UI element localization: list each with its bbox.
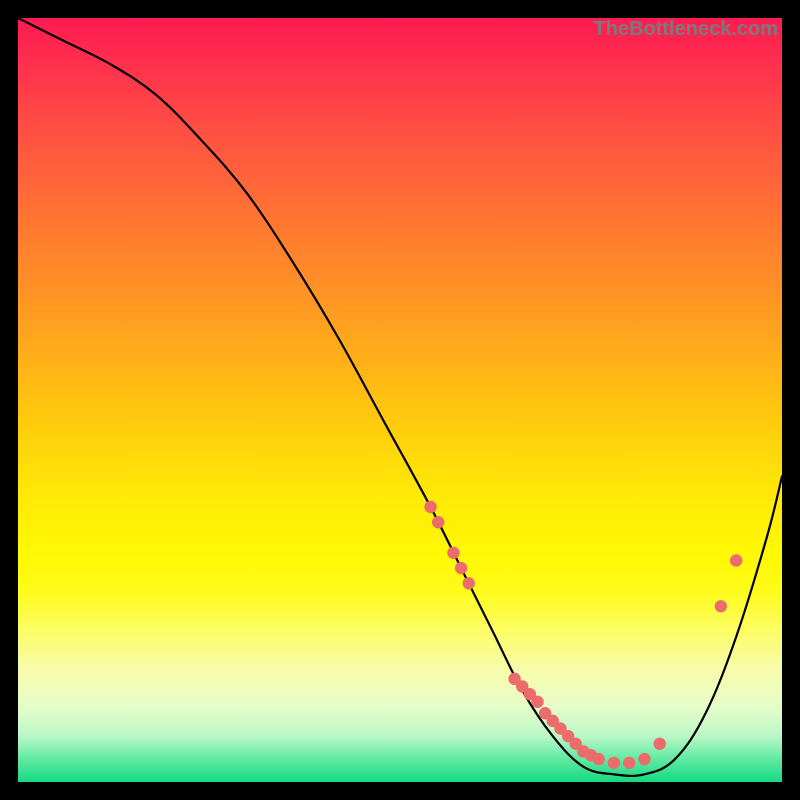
- data-marker: [654, 738, 666, 750]
- data-marker: [531, 696, 543, 708]
- chart-plot-area: TheBottleneck.com: [18, 18, 782, 782]
- data-marker: [447, 547, 459, 559]
- chart-frame: TheBottleneck.com: [0, 0, 800, 800]
- data-marker: [638, 753, 650, 765]
- attribution-label: TheBottleneck.com: [594, 18, 778, 41]
- data-marker: [715, 600, 727, 612]
- data-marker: [608, 757, 620, 769]
- data-marker: [623, 757, 635, 769]
- data-marker: [463, 577, 475, 589]
- data-marker: [455, 562, 467, 574]
- bottleneck-curve-line: [18, 18, 782, 776]
- data-markers-group: [424, 501, 742, 769]
- chart-svg: [18, 18, 782, 782]
- data-marker: [592, 753, 604, 765]
- data-marker: [730, 554, 742, 566]
- data-marker: [424, 501, 436, 513]
- data-marker: [432, 516, 444, 528]
